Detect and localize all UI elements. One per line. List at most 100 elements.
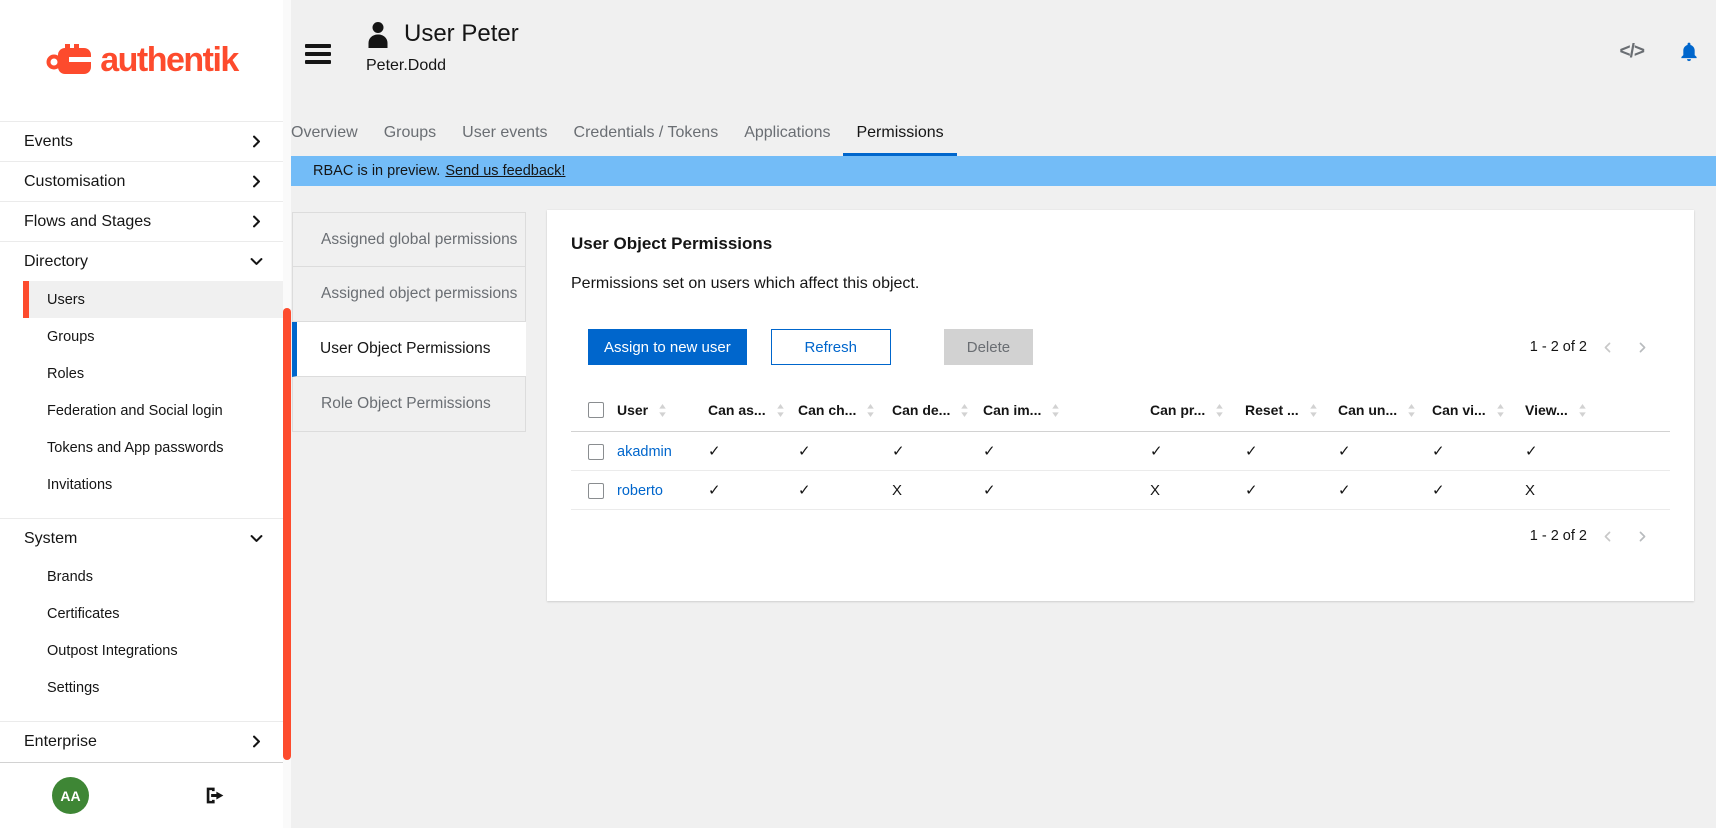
subtab-assigned-object-permissions[interactable]: Assigned object permissions [292,267,526,322]
sort-icon[interactable] [776,404,785,417]
user-link-akadmin[interactable]: akadmin [617,444,672,460]
perm-cell: ✓ [983,432,1150,471]
sidebar-subitem-label: Brands [47,569,93,585]
sidebar-item-events[interactable]: Events [0,121,283,161]
sidebar-item-directory[interactable]: Directory [0,241,283,281]
sort-icon[interactable] [1215,404,1224,417]
sidebar-item-users[interactable]: Users [23,281,283,318]
delete-button[interactable]: Delete [944,329,1033,365]
column-header-can-preview[interactable]: Can pr... [1150,387,1245,432]
select-all-checkbox[interactable] [588,402,604,418]
sidebar-item-outpost-integrations[interactable]: Outpost Integrations [0,632,283,669]
rbac-preview-banner: RBAC is in preview. Send us feedback! [291,156,1716,186]
chevron-right-icon [250,175,263,188]
subtab-user-object-permissions[interactable]: User Object Permissions [292,322,526,377]
column-header-can-change[interactable]: Can ch... [798,387,892,432]
pagination-next-icon[interactable] [1637,340,1648,355]
sign-out-icon[interactable] [205,786,226,805]
perm-cell: ✓ [1338,432,1432,471]
column-header-user[interactable]: User [617,387,708,432]
tab-user-events[interactable]: User events [449,112,560,156]
perm-cell: ✓ [1338,471,1432,510]
tab-credentials-tokens[interactable]: Credentials / Tokens [561,112,732,156]
perm-cell: ✓ [798,432,892,471]
api-code-icon[interactable]: </> [1620,41,1644,63]
row-checkbox[interactable] [588,483,604,499]
column-header-can-assign[interactable]: Can as... [708,387,798,432]
sidebar-item-label: System [24,530,250,548]
subtab-assigned-global-permissions[interactable]: Assigned global permissions [292,212,526,267]
sidebar-item-label: Customisation [24,173,250,191]
pagination-prev-icon[interactable] [1602,340,1613,355]
sort-icon[interactable] [1496,404,1505,417]
column-header-reset[interactable]: Reset ... [1245,387,1338,432]
pagination-top: 1 - 2 of 2 [1530,339,1670,355]
sidebar-item-brands[interactable]: Brands [0,558,283,595]
sidebar-item-certificates[interactable]: Certificates [0,595,283,632]
sort-icon[interactable] [1578,404,1587,417]
banner-message: RBAC is in preview. [313,163,440,179]
sort-icon[interactable] [1051,404,1060,417]
perm-cell: ✓ [1245,432,1338,471]
sidebar-item-invitations[interactable]: Invitations [0,466,283,503]
tab-applications[interactable]: Applications [731,112,843,156]
tab-overview[interactable]: Overview [291,112,371,156]
page-title: User Peter [404,20,519,48]
authentik-logo[interactable]: authentik [45,38,238,84]
sidebar-subitem-label: Outpost Integrations [47,643,178,659]
sidebar-item-federation-and-social-login[interactable]: Federation and Social login [0,392,283,429]
sidebar-subitem-label: Users [47,292,85,308]
sidebar-item-flows-and-stages[interactable]: Flows and Stages [0,201,283,241]
sidebar-footer: AA [0,762,283,828]
sort-icon[interactable] [658,404,667,417]
brand-wordmark: authentik [100,41,238,80]
sidebar-item-system[interactable]: System [0,518,283,558]
card-title: User Object Permissions [571,234,1670,254]
sidebar-subitem-label: Groups [47,329,95,345]
row-checkbox[interactable] [588,444,604,460]
sidebar: authentik Events Customisation Flows and… [0,0,283,828]
sidebar-item-groups[interactable]: Groups [0,318,283,355]
sort-icon[interactable] [866,404,875,417]
sort-icon[interactable] [960,404,969,417]
tab-groups[interactable]: Groups [371,112,449,156]
column-header-can-view[interactable]: Can vi... [1432,387,1525,432]
table-toolbar: Assign to new user Refresh Delete 1 - 2 … [571,329,1670,365]
tab-permissions[interactable]: Permissions [843,112,956,156]
column-header-can-unassign[interactable]: Can un... [1338,387,1432,432]
notifications-bell-icon[interactable] [1678,40,1700,64]
column-header-can-impersonate[interactable]: Can im... [983,387,1150,432]
assign-to-new-user-button[interactable]: Assign to new user [588,329,747,365]
sidebar-item-roles[interactable]: Roles [0,355,283,392]
sidebar-subitem-label: Settings [47,680,99,696]
sort-icon[interactable] [1407,404,1416,417]
feedback-link[interactable]: Send us feedback! [445,163,565,179]
perm-cell: ✓ [1432,432,1525,471]
sidebar-item-settings[interactable]: Settings [0,669,283,706]
sidebar-item-tokens-and-app-passwords[interactable]: Tokens and App passwords [0,429,283,466]
sidebar-subitem-label: Tokens and App passwords [47,440,224,456]
refresh-button[interactable]: Refresh [771,329,891,365]
avatar[interactable]: AA [52,777,89,814]
column-header-view-applications[interactable]: View... [1525,387,1670,432]
permissions-table: User Can as... Can ch... Can de... Can i… [571,387,1670,510]
perm-cell: ✓ [708,471,798,510]
pagination-prev-icon[interactable] [1602,529,1613,544]
column-header-can-delete[interactable]: Can de... [892,387,983,432]
perm-cell: ✓ [892,432,983,471]
sidebar-item-customisation[interactable]: Customisation [0,161,283,201]
chevron-right-icon [250,215,263,228]
subtab-role-object-permissions[interactable]: Role Object Permissions [292,377,526,432]
pagination-next-icon[interactable] [1637,529,1648,544]
chevron-right-icon [250,735,263,748]
sidebar-item-enterprise[interactable]: Enterprise [0,721,283,761]
hamburger-menu-icon[interactable] [305,44,331,64]
main-area: User Peter Peter.Dodd </> Overview Group… [291,0,1716,828]
perm-cell: ✓ [708,432,798,471]
sort-icon[interactable] [1309,404,1318,417]
chevron-right-icon [250,135,263,148]
content-area: Assigned global permissions Assigned obj… [291,186,1716,828]
user-link-roberto[interactable]: roberto [617,483,663,499]
sidebar-scrollbar-thumb[interactable] [283,308,291,760]
table-row-akadmin: akadmin ✓ ✓ ✓ ✓ ✓ ✓ ✓ ✓ ✓ [571,432,1670,471]
